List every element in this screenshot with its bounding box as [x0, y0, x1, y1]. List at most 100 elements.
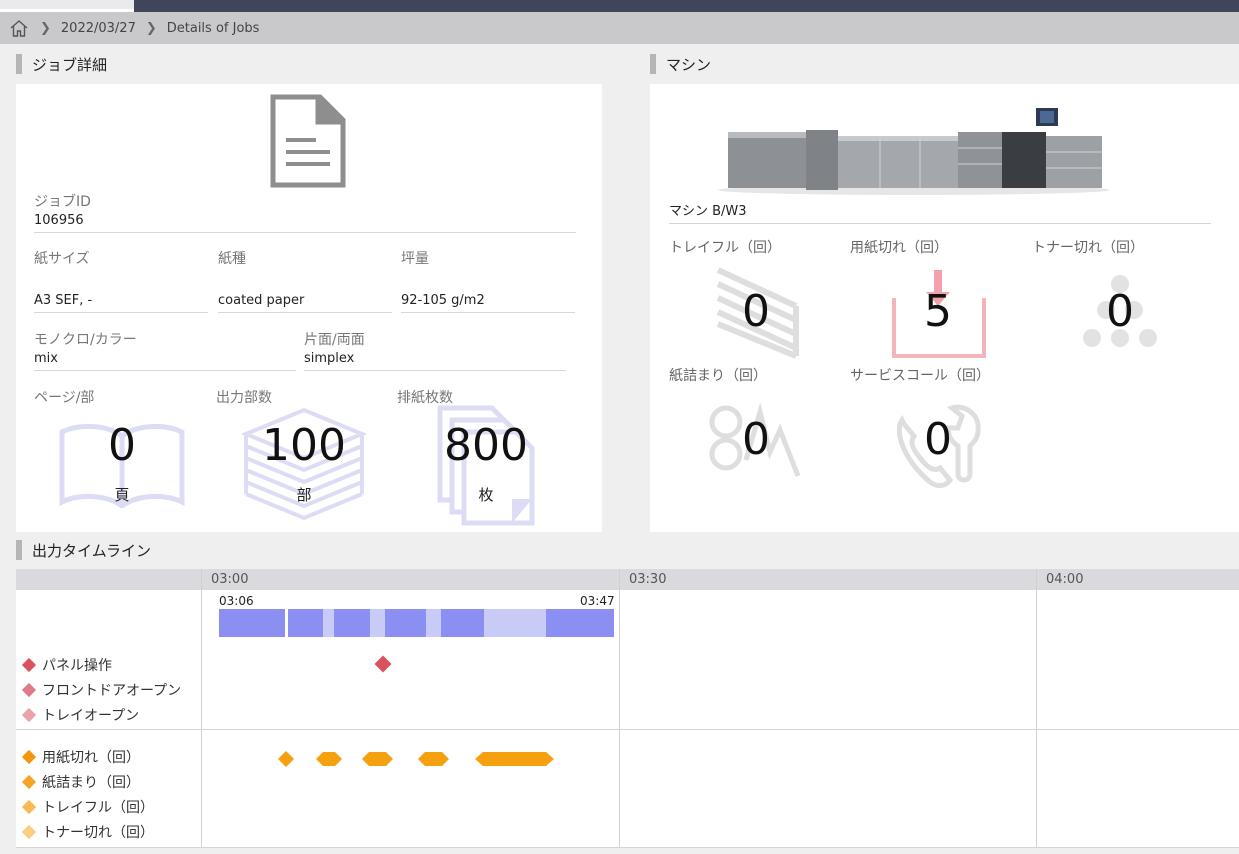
sheets-value: 800 — [444, 420, 528, 471]
output-segment[interactable] — [219, 609, 285, 637]
diamond-icon — [21, 707, 37, 723]
machine-panel: マシン B/W3 トレイフル（回） 用紙切れ（回） トナー切れ（回） 0 5 0… — [650, 84, 1239, 532]
section-marker — [650, 54, 656, 74]
service-call-count: 0 — [924, 414, 952, 465]
job-id-label: ジョブID — [34, 194, 91, 210]
machine-section-title: マシン — [666, 55, 712, 74]
legend-front-door: フロントドアオープン — [21, 680, 181, 700]
color-mode-value: mix — [34, 351, 296, 371]
sheets-unit: 枚 — [478, 486, 494, 504]
machine-name: マシン B/W3 — [669, 204, 747, 219]
duplex-value: simplex — [304, 351, 566, 371]
copies-value: 100 — [262, 420, 346, 471]
paper-jam-label: 紙詰まり（回） — [669, 368, 767, 384]
output-gap — [370, 609, 385, 637]
output-segment[interactable] — [334, 609, 370, 637]
paper-out-label: 用紙切れ（回） — [850, 240, 948, 256]
diamond-icon — [21, 824, 37, 840]
paper-out-event — [278, 751, 294, 767]
section-marker — [16, 54, 22, 74]
legend-label: 紙詰まり（回） — [42, 775, 140, 791]
legend-label: フロントドアオープン — [42, 683, 182, 699]
output-segment[interactable] — [546, 609, 614, 637]
output-start-time: 03:06 — [219, 594, 254, 608]
diamond-icon — [21, 682, 37, 698]
paper-out-event — [362, 752, 393, 766]
timeline-section-header: 出力タイムライン — [16, 540, 151, 560]
paper-out-event — [316, 752, 342, 766]
breadcrumb-current: Details of Jobs — [166, 20, 260, 36]
grid-line — [619, 569, 620, 848]
output-segment[interactable] — [441, 609, 484, 637]
paper-out-count: 5 — [924, 286, 952, 337]
legend-label: トナー切れ（回） — [42, 825, 154, 841]
paper-out-event — [475, 752, 554, 766]
toner-out-label: トナー切れ（回） — [1032, 240, 1144, 256]
output-gap — [484, 609, 546, 637]
row-divider — [16, 847, 1239, 848]
chevron-right-icon: ❯ — [40, 20, 51, 36]
tray-full-label: トレイフル（回） — [669, 240, 781, 256]
legend-paper-jam: 紙詰まり（回） — [21, 772, 140, 792]
grid-line — [201, 569, 202, 848]
diamond-icon — [21, 657, 37, 673]
output-segment[interactable] — [385, 609, 426, 637]
weight-label: 坪量 — [401, 251, 429, 267]
job-id-value: 106956 — [34, 213, 576, 233]
legend-label: パネル操作 — [42, 658, 112, 674]
legend-paper-out: 用紙切れ（回） — [21, 747, 140, 767]
paper-type-label: 紙種 — [218, 251, 246, 267]
color-mode-label: モノクロ/カラー — [34, 332, 137, 348]
toner-out-count: 0 — [1106, 286, 1134, 337]
paper-size-label: 紙サイズ — [34, 251, 90, 267]
document-icon — [270, 94, 346, 192]
service-call-label: サービスコール（回） — [850, 368, 990, 384]
pages-unit: 頁 — [114, 486, 130, 504]
job-section-header: ジョブ詳細 — [16, 54, 107, 74]
pages-label: ページ/部 — [34, 390, 95, 406]
paper-out-events — [278, 751, 554, 767]
tick-label: 03:00 — [211, 572, 249, 587]
section-marker — [16, 540, 22, 560]
output-gap — [426, 609, 441, 637]
legend-toner-out: トナー切れ（回） — [21, 822, 154, 842]
output-segment[interactable] — [288, 609, 323, 637]
legend-label: トレイオープン — [42, 708, 140, 724]
chevron-right-icon: ❯ — [145, 20, 157, 36]
job-details-panel: ジョブID 106956 紙サイズ 紙種 坪量 A3 SEF, - coated… — [16, 84, 602, 532]
paper-size-value: A3 SEF, - — [34, 293, 208, 313]
home-icon[interactable] — [8, 18, 30, 38]
timeline-section-title: 出力タイムライン — [32, 541, 151, 560]
copies-unit: 部 — [296, 486, 312, 504]
paper-jam-count: 0 — [742, 414, 770, 465]
timeline-body — [16, 590, 1239, 848]
output-end-time: 03:47 — [580, 594, 615, 608]
paper-out-event — [418, 752, 449, 766]
output-gap — [323, 609, 334, 637]
legend-tray-full: トレイフル（回） — [21, 797, 154, 817]
divider — [669, 223, 1211, 224]
breadcrumb-date[interactable]: 2022/03/27 — [61, 21, 136, 36]
window-tab-bar — [0, 0, 1239, 12]
tick-label: 03:30 — [629, 572, 667, 587]
tick-label: 04:00 — [1046, 572, 1084, 587]
diamond-icon — [21, 799, 37, 815]
tray-full-count: 0 — [742, 286, 770, 337]
legend-tray-open: トレイオープン — [21, 705, 139, 725]
diamond-icon — [21, 774, 37, 790]
active-tab[interactable] — [0, 0, 134, 12]
legend-label: 用紙切れ（回） — [42, 750, 140, 766]
paper-type-value: coated paper — [218, 293, 392, 313]
breadcrumb: ❯ 2022/03/27 ❯ Details of Jobs — [0, 12, 1239, 44]
pages-value: 0 — [108, 420, 136, 471]
printer-image — [710, 102, 1116, 200]
job-section-title: ジョブ詳細 — [32, 55, 108, 74]
weight-value: 92-105 g/m2 — [401, 293, 575, 313]
diamond-icon — [21, 749, 37, 765]
row-divider — [16, 729, 1239, 730]
legend-label: トレイフル（回） — [42, 800, 154, 816]
grid-line — [1036, 569, 1037, 848]
legend-panel-operation: パネル操作 — [21, 655, 112, 675]
machine-section-header: マシン — [650, 54, 711, 74]
duplex-label: 片面/両面 — [304, 332, 365, 348]
